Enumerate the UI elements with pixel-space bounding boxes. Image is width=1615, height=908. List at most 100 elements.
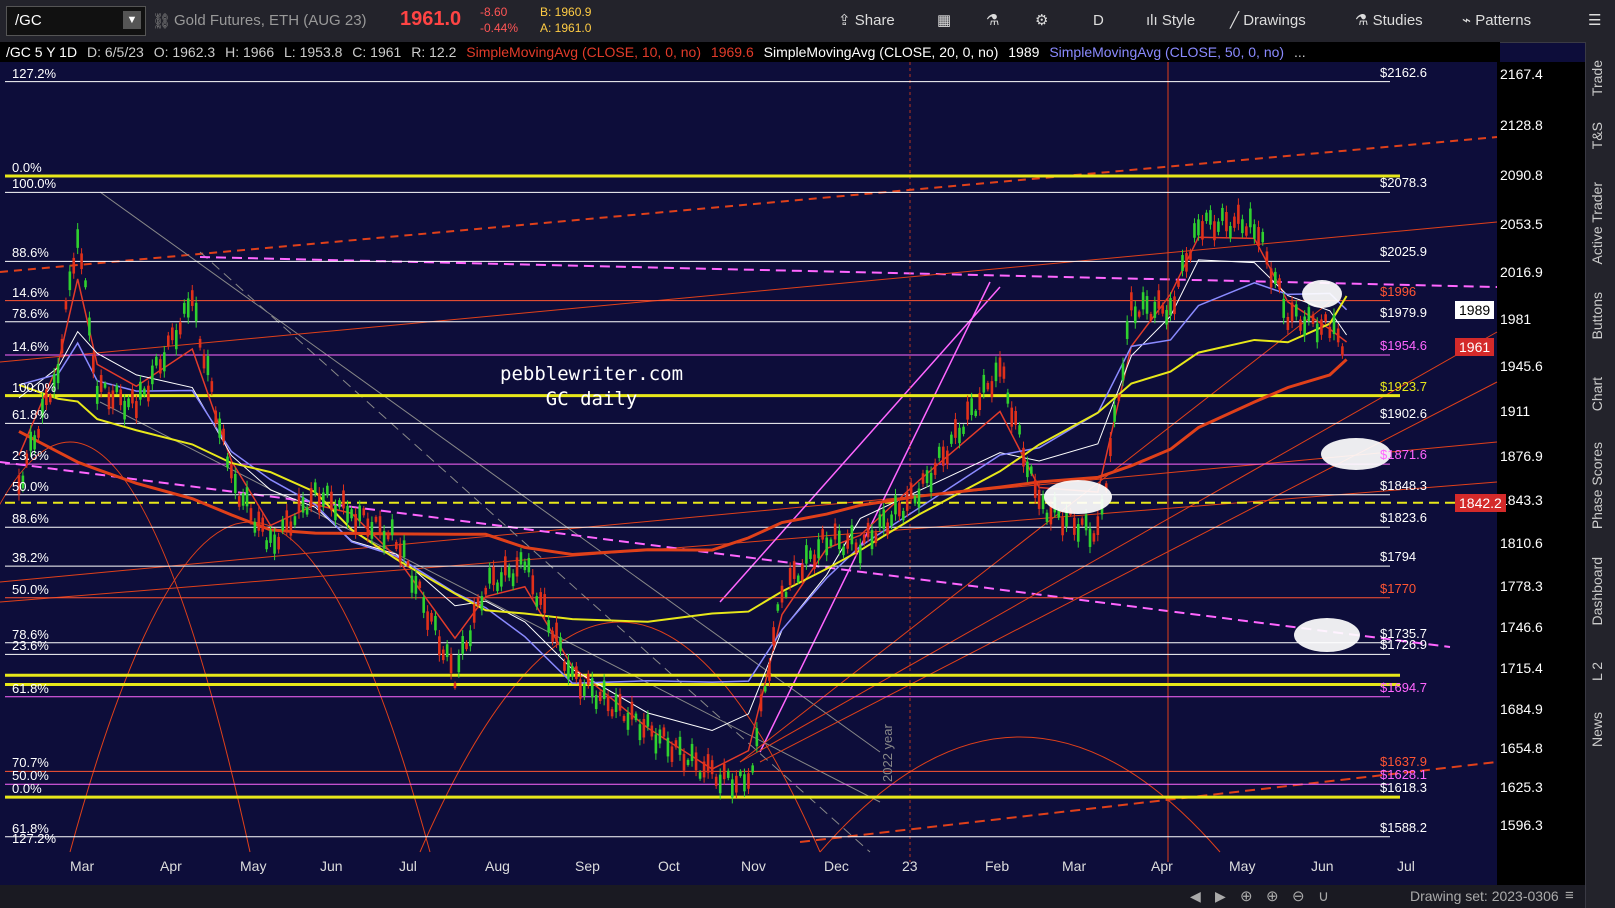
candle-body: [155, 356, 158, 366]
side-tab[interactable]: Buttons: [1589, 292, 1613, 339]
candle-body: [445, 644, 449, 658]
drawings-button[interactable]: ╱ Drawings: [1230, 6, 1306, 36]
bid-price: B: 1960.9: [540, 5, 592, 19]
y-tick-label: 1715.4: [1500, 660, 1543, 677]
price-chart[interactable]: [0, 62, 1585, 885]
side-tab[interactable]: Trade: [1589, 60, 1613, 96]
y-tick-label: 1810.6: [1500, 535, 1543, 552]
side-tab[interactable]: T&S: [1589, 122, 1613, 149]
symbol-input[interactable]: /GC ▼: [6, 6, 146, 36]
level-label: $1794: [1380, 549, 1417, 565]
fib-label: 14.6%: [12, 339, 49, 355]
candle-body: [167, 335, 170, 347]
side-tab[interactable]: Chart: [1589, 377, 1613, 411]
candle-body: [293, 516, 297, 526]
zoom-in-icon[interactable]: ⊕: [1266, 887, 1279, 905]
candle-body: [76, 229, 79, 248]
candle-body: [511, 573, 515, 587]
candle-body: [1113, 405, 1116, 422]
candle-body: [226, 456, 229, 468]
candle-body: [1229, 225, 1232, 239]
crosshair-icon[interactable]: ⊕: [1240, 887, 1253, 905]
zoom-out-icon[interactable]: ⊖: [1292, 887, 1305, 905]
candle-body: [1274, 271, 1277, 285]
candle-body: [682, 753, 686, 771]
fib-label: 78.6%: [12, 305, 49, 321]
gear-icon[interactable]: ⚙: [1035, 6, 1048, 36]
candle-body: [461, 636, 464, 654]
flask-icon[interactable]: ⚗: [986, 6, 999, 36]
candle-body: [1233, 216, 1236, 228]
candle-body: [305, 507, 309, 515]
bar-date: D: 6/5/23: [86, 44, 144, 60]
symbol-text: /GC: [15, 12, 42, 29]
candle-body: [630, 701, 634, 720]
period-button[interactable]: D: [1093, 6, 1104, 36]
year-annotation: 2022 year: [880, 724, 895, 782]
right-side-panel: Trade T&S Active Trader Buttons Chart Phase S…: [1585, 42, 1615, 908]
candle-body: [1117, 395, 1121, 401]
candle-body: [1299, 319, 1302, 331]
candle-body: [618, 693, 622, 711]
candle-body: [342, 490, 345, 509]
candle-body: [1161, 305, 1164, 314]
link-icon[interactable]: ⛓: [152, 12, 171, 30]
candle-body: [68, 271, 72, 291]
y-tick-label: 2167.4: [1500, 66, 1543, 83]
candle-body: [503, 556, 507, 576]
sma50-legend[interactable]: SimpleMovingAvg (CLOSE, 50, 0, no): [1049, 44, 1284, 60]
y-tick-label: 1625.3: [1500, 778, 1543, 795]
x-tick-label: Jun: [1311, 858, 1334, 874]
y-tick-label: 1654.8: [1500, 740, 1543, 757]
sma10-legend[interactable]: SimpleMovingAvg (CLOSE, 10, 0, no): [466, 44, 701, 60]
style-button[interactable]: ılı Style: [1146, 6, 1195, 36]
menu-icon[interactable]: ☰: [1588, 6, 1601, 36]
candle-body: [135, 401, 138, 419]
side-tab[interactable]: Dashboard: [1589, 557, 1613, 626]
candle-body: [350, 509, 353, 519]
side-tab[interactable]: News: [1589, 712, 1613, 747]
candle-body: [269, 530, 272, 543]
candle-body: [330, 491, 333, 511]
candle-body: [678, 736, 682, 755]
candle-body: [1320, 319, 1323, 335]
scroll-left-icon[interactable]: ◀: [1190, 888, 1201, 905]
candle-body: [1332, 314, 1336, 334]
ask-price: A: 1961.0: [540, 21, 592, 35]
share-button[interactable]: ⇪ Share: [838, 6, 895, 36]
candle-body: [850, 525, 854, 545]
candle-body: [898, 502, 901, 517]
candle-body: [159, 359, 162, 374]
scroll-right-icon[interactable]: ▶: [1215, 888, 1226, 905]
sma20-legend[interactable]: SimpleMovingAvg (CLOSE, 20, 0, no): [764, 44, 999, 60]
patterns-button[interactable]: ⌁ Patterns: [1462, 6, 1531, 36]
level-label: $1848.3: [1380, 477, 1427, 493]
candle-body: [37, 428, 40, 438]
x-tick-label: Jul: [399, 858, 417, 874]
price-change-pct: -0.44%: [480, 21, 519, 35]
candle-body: [739, 770, 742, 777]
more-studies[interactable]: ...: [1294, 44, 1306, 60]
chevron-down-icon[interactable]: ▼: [123, 11, 141, 29]
x-tick-label: Feb: [985, 858, 1010, 874]
hamburger-icon[interactable]: ≡: [1565, 887, 1574, 904]
candle-body: [917, 488, 921, 508]
candle-body: [1278, 278, 1281, 290]
candle-body: [484, 587, 488, 595]
candle-body: [241, 492, 245, 506]
y-tick-label: 2016.9: [1500, 264, 1543, 281]
x-tick-label: May: [1229, 858, 1256, 874]
y-tick-label: 1945.6: [1500, 357, 1543, 374]
drawing-set-label[interactable]: Drawing set: 2023-0306: [1410, 888, 1559, 904]
level-label: $1871.6: [1380, 447, 1427, 463]
side-tab[interactable]: Phase Scores: [1589, 442, 1613, 529]
side-tab[interactable]: Active Trader: [1589, 182, 1613, 264]
studies-button[interactable]: ⚗ Studies: [1355, 6, 1423, 36]
y-tick-label: 2053.5: [1500, 216, 1543, 233]
candle-body: [115, 385, 119, 393]
magnet-icon[interactable]: ∪: [1318, 887, 1329, 905]
candle-body: [338, 500, 341, 508]
side-tab[interactable]: L 2: [1589, 662, 1613, 681]
layout-icon[interactable]: ▦: [937, 6, 951, 36]
candle-body: [289, 521, 293, 536]
